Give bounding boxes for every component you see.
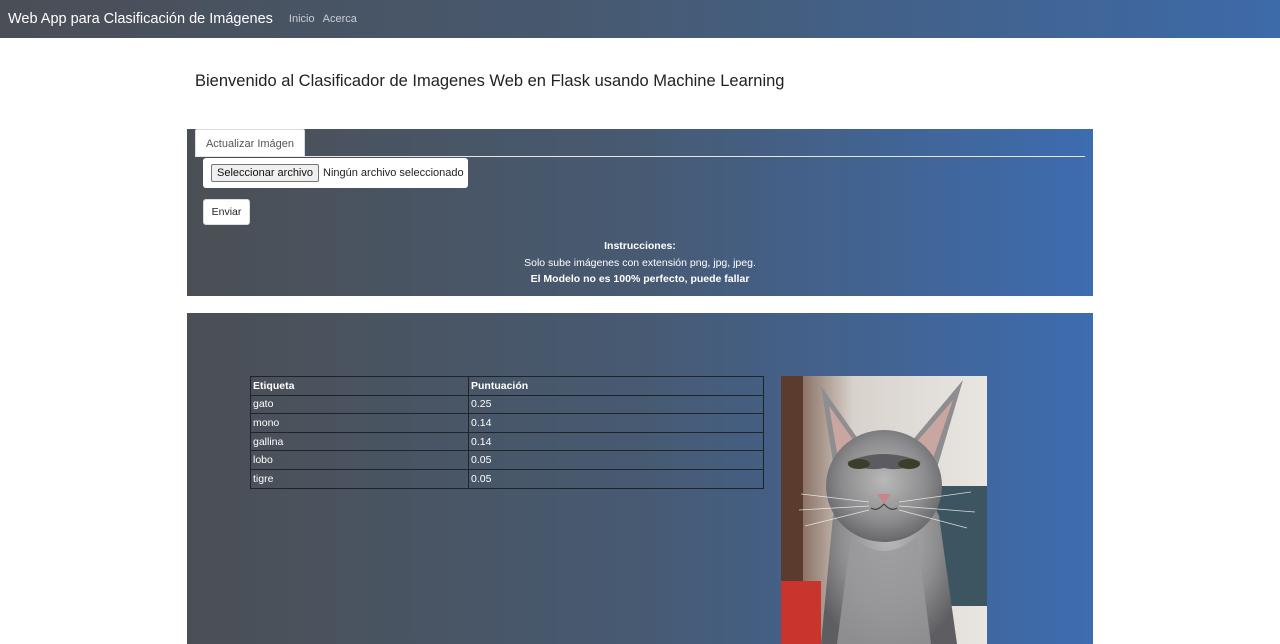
label-cell: gallina: [250, 431, 469, 452]
table-row: tigre 0.05: [250, 468, 764, 489]
upload-panel: Actualizar Imágen Seleccionar archivo Ni…: [187, 129, 1093, 296]
submit-button[interactable]: Enviar: [203, 199, 250, 225]
score-cell: 0.05: [468, 450, 764, 470]
table-header-row: Etiqueta Puntuación: [250, 376, 764, 396]
label-cell: gato: [250, 394, 469, 415]
file-input[interactable]: Seleccionar archivo Ningún archivo selec…: [203, 158, 468, 188]
nav-link-acerca[interactable]: Acerca: [323, 13, 357, 25]
instructions-text: Solo sube imágenes con extensión png, jp…: [524, 256, 756, 269]
score-cell: 0.25: [468, 394, 764, 415]
select-file-button[interactable]: Seleccionar archivo: [211, 164, 319, 182]
score-cell: 0.05: [468, 468, 764, 489]
label-cell: tigre: [250, 468, 469, 489]
uploaded-cat-image: [781, 376, 987, 644]
nav-link-inicio[interactable]: Inicio: [289, 13, 315, 25]
table-row: lobo 0.05: [250, 450, 764, 470]
column-header-puntuacion: Puntuación: [468, 376, 764, 396]
navbar: Web App para Clasificación de Imágenes I…: [0, 0, 1280, 38]
table-row: gato 0.25: [250, 394, 764, 415]
file-status: Ningún archivo seleccionado: [323, 167, 464, 179]
score-cell: 0.14: [468, 431, 764, 452]
tab-actualizar-imagen[interactable]: Actualizar Imágen: [195, 129, 305, 157]
instructions-title: Instrucciones:: [604, 240, 676, 252]
score-cell: 0.14: [468, 413, 764, 433]
instructions: Instrucciones: Solo sube imágenes con ex…: [187, 238, 1093, 288]
page-title: Bienvenido al Clasificador de Imagenes W…: [195, 72, 785, 90]
table-row: mono 0.14: [250, 413, 764, 433]
results-panel: Etiqueta Puntuación gato 0.25 mono 0.14 …: [187, 313, 1093, 644]
instructions-warning: El Modelo no es 100% perfecto, puede fal…: [530, 273, 750, 285]
tab-divider: [195, 156, 1085, 157]
column-header-etiqueta: Etiqueta: [250, 376, 469, 396]
table-row: gallina 0.14: [250, 431, 764, 452]
label-cell: lobo: [250, 450, 469, 470]
results-table: Etiqueta Puntuación gato 0.25 mono 0.14 …: [250, 376, 764, 489]
brand-title[interactable]: Web App para Clasificación de Imágenes: [8, 11, 273, 27]
label-cell: mono: [250, 413, 469, 433]
